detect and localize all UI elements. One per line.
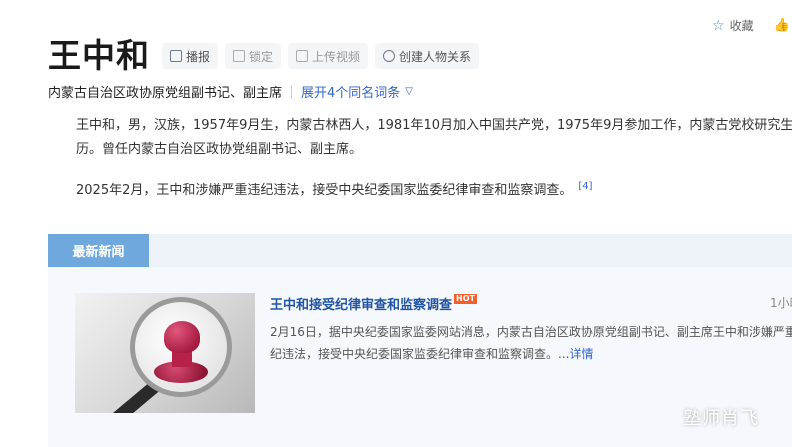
news-more-link[interactable]: 详情 xyxy=(569,347,593,361)
broadcast-button[interactable]: 播报 xyxy=(162,43,219,69)
news-thumbnail[interactable] xyxy=(75,293,255,413)
create-relation-label: 创建人物关系 xyxy=(399,49,472,64)
broadcast-label: 播报 xyxy=(186,49,211,64)
star-icon[interactable]: ☆ xyxy=(712,18,725,34)
news-summary: 2月16日，据中央纪委国家监委网站消息，内蒙古自治区政协原党组副书记、副主席王中… xyxy=(270,321,792,365)
paragraph-text-1: 王中和，男，汉族，1957年9月生，内蒙古林西人，1981年10月加入中国共产党… xyxy=(76,118,792,157)
subtitle-text: 内蒙古自治区政协原党组副书记、副主席 xyxy=(48,86,283,101)
top-actions: ☆ 收藏 👍 xyxy=(712,17,790,34)
speaker-icon xyxy=(170,50,182,62)
watermark: 塾师肖飞 xyxy=(683,408,759,429)
news-section: 最新新闻 王中和接受纪律审查和监察调查HOT 1小时前 2月16日，据中央纪委国… xyxy=(48,234,792,447)
expand-same-name-link[interactable]: 展开4个同名词条 xyxy=(301,82,400,101)
pushpin-head xyxy=(164,321,200,353)
upload-video-label: 上传视频 xyxy=(312,49,361,64)
lock-icon xyxy=(233,50,246,62)
summary-paragraph-1: 王中和，男，汉族，1957年9月生，内蒙古林西人，1981年10月加入中国共产党… xyxy=(48,114,792,162)
lock-label: 锁定 xyxy=(249,49,274,64)
news-timestamp: 1小时前 xyxy=(770,296,792,310)
news-tab-bar xyxy=(48,234,792,267)
news-title-text[interactable]: 王中和接受纪律审查和监察调查 xyxy=(270,298,452,313)
subtitle: 内蒙古自治区政协原党组副书记、副主席 展开4个同名词条 ▽ xyxy=(48,82,413,101)
toolbar: 播报 锁定 上传视频 创建人物关系 xyxy=(162,43,480,69)
upload-video-button[interactable]: 上传视频 xyxy=(288,43,369,69)
create-relation-button[interactable]: 创建人物关系 xyxy=(375,43,480,69)
hot-badge: HOT xyxy=(454,294,477,304)
citation-link[interactable]: [4] xyxy=(578,181,592,192)
paragraph-text-2: 2025年2月，王中和涉嫌严重违纪违法，接受中央纪委国家监委纪律审查和监察调查。 xyxy=(76,183,573,199)
chevron-down-icon[interactable]: ▽ xyxy=(405,86,413,97)
divider xyxy=(291,84,293,99)
video-icon xyxy=(296,50,309,62)
news-title[interactable]: 王中和接受纪律审查和监察调查 HOT xyxy=(270,294,477,313)
collect-label[interactable]: 收藏 xyxy=(730,17,754,34)
page-title: 王中和 xyxy=(48,36,150,75)
thumbs-up-icon[interactable]: 👍 xyxy=(774,18,790,33)
summary-paragraph-2: 2025年2月，王中和涉嫌严重违纪违法，接受中央纪委国家监委纪律审查和监察调查。… xyxy=(48,175,792,203)
people-icon xyxy=(383,50,396,62)
tab-latest-news[interactable]: 最新新闻 xyxy=(48,234,149,267)
news-summary-text: 2月16日，据中央纪委国家监委网站消息，内蒙古自治区政协原党组副书记、副主席王中… xyxy=(270,325,792,361)
lock-button[interactable]: 锁定 xyxy=(225,43,282,69)
news-ellipsis: ... xyxy=(558,347,570,361)
